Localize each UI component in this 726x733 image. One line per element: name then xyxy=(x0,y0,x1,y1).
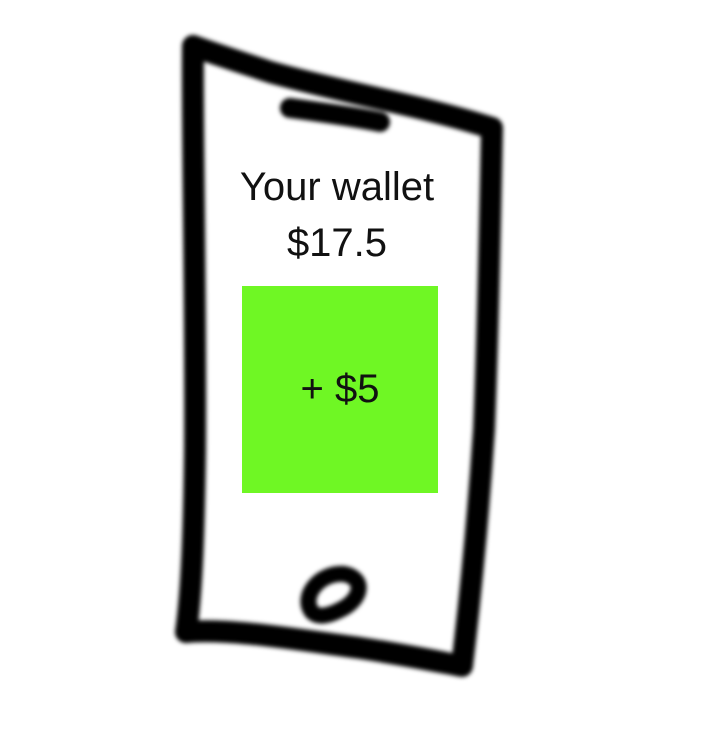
wallet-balance: $17.5 xyxy=(286,221,388,265)
wallet-title: Your wallet xyxy=(239,165,435,209)
add-five-dollars-button[interactable]: + $5 xyxy=(242,286,438,493)
speaker-slot xyxy=(280,98,390,132)
add-funds-label: + $5 xyxy=(300,367,380,411)
home-button-outline xyxy=(300,565,367,624)
